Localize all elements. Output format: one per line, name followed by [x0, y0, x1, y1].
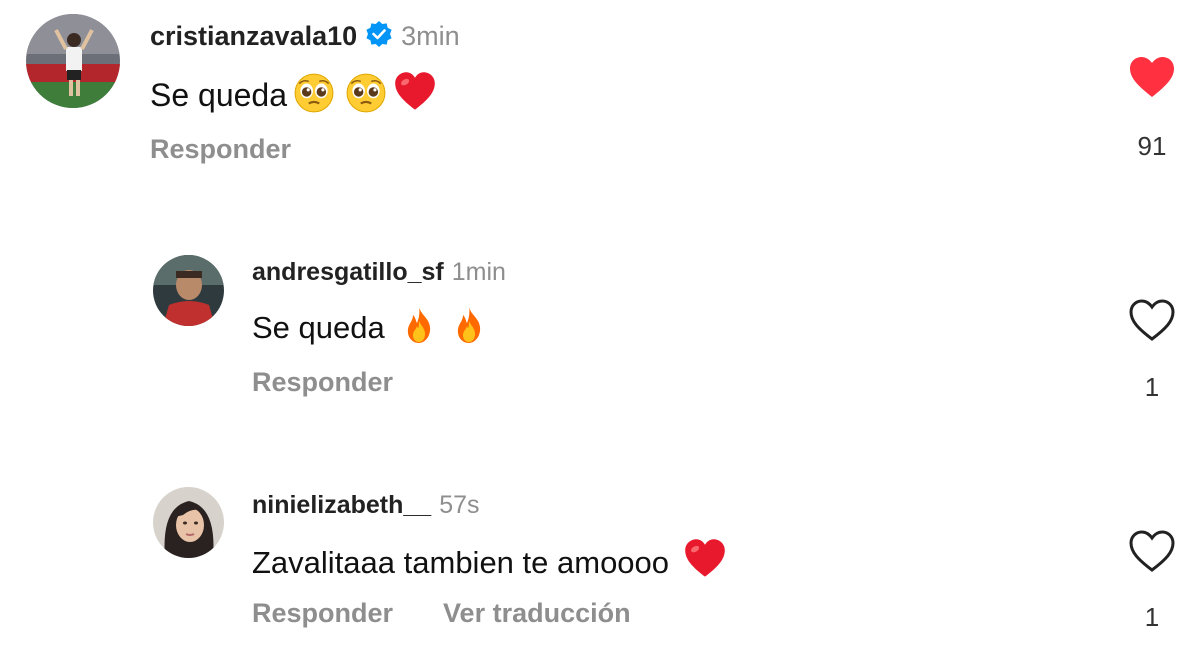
avatar[interactable]	[153, 487, 224, 558]
avatar[interactable]	[153, 255, 224, 326]
reply-button[interactable]: Responder	[252, 598, 393, 628]
verified-badge-icon	[365, 20, 393, 55]
like-count: 1	[1144, 372, 1160, 402]
timestamp: 57s	[439, 491, 480, 519]
username[interactable]: andresgatillo_sf	[252, 258, 444, 286]
fire-icon	[399, 304, 439, 346]
avatar[interactable]	[26, 14, 120, 108]
heart-outline-icon[interactable]	[1128, 298, 1176, 347]
pleading-face-icon	[345, 72, 387, 114]
username[interactable]: ninielizabeth__	[252, 491, 431, 519]
comment-text: Zavalitaaa tambien te amoooo	[252, 545, 670, 580]
heart-filled-icon[interactable]	[1128, 55, 1176, 104]
reply-button[interactable]: Responder	[150, 134, 291, 164]
red-heart-icon	[683, 537, 727, 581]
like-count: 1	[1144, 602, 1160, 632]
timestamp: 1min	[451, 258, 506, 286]
pleading-face-icon	[293, 72, 335, 114]
comment-text: Se queda	[150, 77, 288, 113]
comment-text: Se queda	[252, 310, 385, 345]
reply-button[interactable]: Responder	[252, 367, 393, 397]
red-heart-icon	[393, 70, 437, 114]
username[interactable]: cristianzavala10	[150, 21, 357, 51]
like-count: 91	[1137, 131, 1167, 161]
translate-button[interactable]: Ver traducción	[443, 598, 631, 628]
heart-outline-icon[interactable]	[1128, 529, 1176, 578]
timestamp: 3min	[401, 21, 460, 51]
fire-icon	[449, 304, 489, 346]
